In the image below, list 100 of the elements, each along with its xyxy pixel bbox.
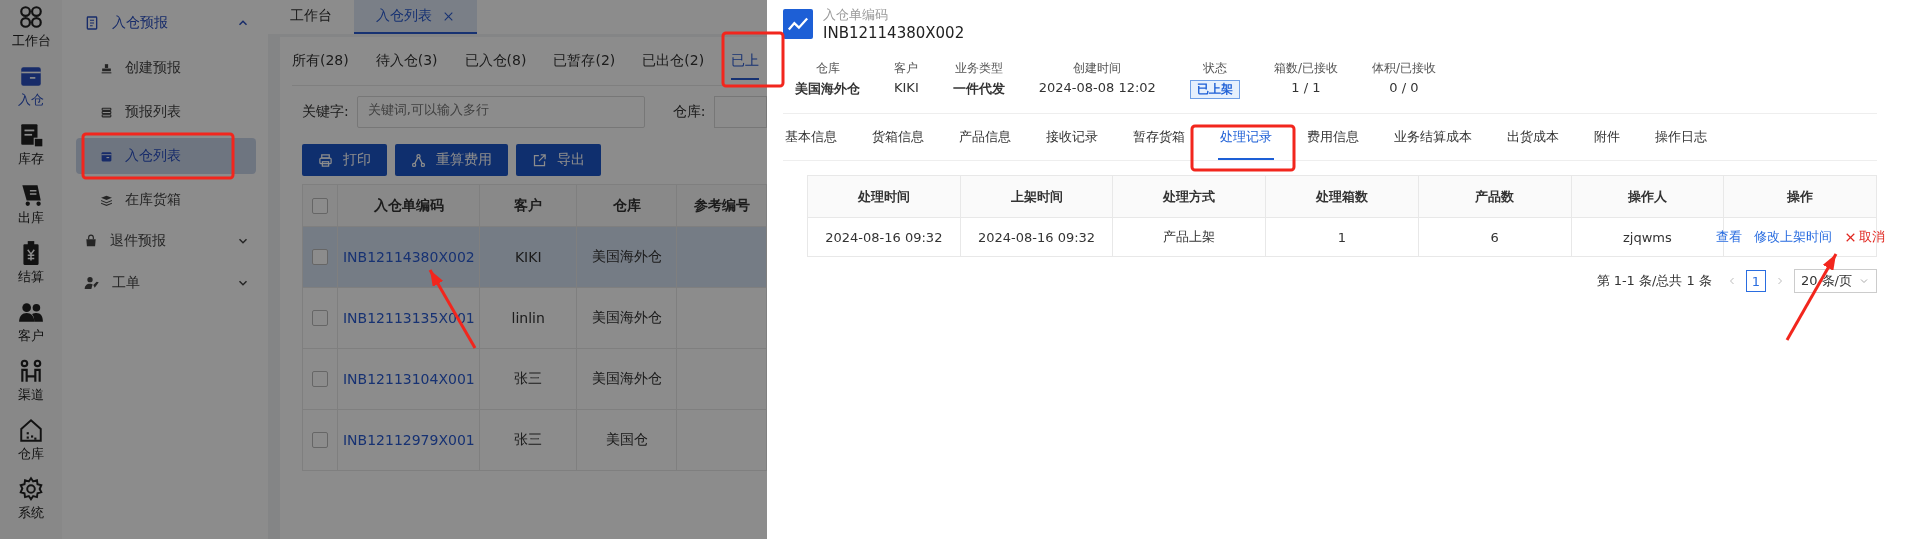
page-number[interactable]: 1 [1745, 270, 1766, 292]
table-cell: 美国仓 [576, 409, 677, 471]
checkbox[interactable] [312, 310, 329, 326]
detail-tab[interactable]: 操作日志 [1653, 116, 1709, 160]
menu-item-label: 创建预报 [125, 59, 181, 77]
menu-item[interactable]: 在库货箱 [76, 182, 236, 218]
user-wrench-icon [84, 275, 100, 291]
rail-item[interactable]: 仓库 [0, 413, 62, 467]
checkbox[interactable] [312, 371, 329, 387]
rail-item[interactable]: 库存 [0, 118, 62, 172]
route-icon [18, 358, 44, 384]
menu-item[interactable]: 入仓列表 [76, 138, 256, 174]
field-label: 箱数/已接收 [1273, 60, 1338, 77]
order-label: 入仓单编码 [823, 6, 889, 24]
field-value: KIKI [894, 80, 919, 95]
rail-item[interactable]: 渠道 [0, 354, 62, 408]
table-cell: 美国海外仓 [576, 226, 677, 288]
action-button[interactable]: 重算费用 [395, 144, 508, 176]
status-tab[interactable]: 已暂存(2) [553, 44, 616, 80]
column-header: 产品数 [1418, 175, 1571, 218]
column-header: 操作人 [1571, 175, 1724, 218]
page-size-select[interactable]: 20 条/页 [1793, 269, 1877, 293]
field-label: 仓库 [815, 60, 840, 77]
stamp-icon [100, 61, 113, 75]
tab-label: 入仓列表 [376, 7, 432, 25]
menu-label: 退件预报 [110, 232, 167, 250]
table-cell: KIKI [479, 226, 577, 288]
settings-icon [18, 476, 44, 502]
bag-icon [84, 234, 98, 248]
detail-tab[interactable]: 基本信息 [783, 116, 839, 160]
keyword-field[interactable]: 关键词,可以输入多行 [356, 96, 645, 128]
printer-icon [318, 152, 333, 168]
rail-item[interactable]: 入仓 [0, 59, 62, 113]
table-cell: 美国海外仓 [576, 348, 677, 410]
rail-item[interactable]: 工作台 [0, 0, 62, 54]
detail-tab[interactable]: 货箱信息 [870, 116, 926, 160]
table-cell: 美国海外仓 [576, 287, 677, 349]
field-value: 1 / 1 [1291, 80, 1321, 95]
action-button[interactable]: 导出 [516, 144, 601, 176]
list-icon [100, 105, 113, 119]
menu-group[interactable]: 工单 [62, 268, 268, 298]
menu-item[interactable]: 创建预报 [76, 50, 236, 86]
detail-tab[interactable]: 出货成本 [1505, 116, 1561, 160]
status-tag: 已上架 [1189, 80, 1240, 99]
order-link[interactable]: INB12112979X001 [337, 409, 480, 471]
table-cell: 6 [1418, 217, 1571, 257]
field-label: 体积/已接收 [1371, 60, 1436, 77]
warehouse-field[interactable] [713, 96, 767, 128]
status-tab[interactable]: 已出仓(2) [642, 44, 705, 80]
annotation-box [721, 31, 785, 88]
layers-icon [100, 193, 113, 207]
menu-item-label: 入仓列表 [125, 147, 181, 165]
cancel-link[interactable]: 取消 [1843, 228, 1885, 246]
page-summary: 第 1-1 条/总共 1 条 [1596, 272, 1712, 290]
table-cell: 张三 [479, 348, 577, 410]
detail-tab[interactable]: 处理记录 [1218, 116, 1274, 160]
column-header: 处理箱数 [1265, 175, 1419, 218]
detail-tab[interactable]: 产品信息 [957, 116, 1013, 160]
detail-tab[interactable]: 业务结算成本 [1392, 116, 1474, 160]
status-tab[interactable]: 已上 [731, 44, 760, 80]
checkbox[interactable] [312, 432, 329, 448]
export-icon [532, 152, 547, 168]
rail-item[interactable]: 出库 [0, 177, 62, 231]
order-link[interactable]: INB12114380X002 [337, 226, 480, 288]
menu-label: 入仓预报 [112, 14, 169, 32]
checkbox[interactable] [312, 197, 329, 214]
column-header: 处理方式 [1112, 175, 1266, 218]
detail-tab[interactable]: 暂存货箱 [1131, 116, 1187, 160]
column-header: 处理时间 [807, 175, 961, 218]
column-header: 参考编号 [676, 184, 767, 227]
action-button[interactable]: 打印 [302, 144, 387, 176]
status-tab[interactable]: 待入仓(3) [375, 44, 438, 80]
table-cell: 张三 [479, 409, 577, 471]
detail-tab[interactable]: 接收记录 [1044, 116, 1100, 160]
filter-label: 仓库: [672, 103, 706, 121]
page-tab[interactable]: 工作台 [268, 0, 354, 34]
nodes-icon [411, 152, 426, 168]
rail-item[interactable]: 结算 [0, 236, 62, 290]
status-tab[interactable]: 已入仓(8) [464, 44, 527, 80]
field-label: 业务类型 [954, 60, 1003, 77]
column-header: 操作 [1723, 175, 1877, 218]
column-header: 入仓单编码 [337, 184, 480, 227]
field-label: 客户 [894, 60, 919, 77]
document-icon [18, 122, 44, 148]
rail-item[interactable]: 客户 [0, 295, 62, 349]
menu-item[interactable]: 预报列表 [76, 94, 236, 130]
rail-item[interactable]: 系统 [0, 472, 62, 526]
house-icon [18, 417, 44, 443]
status-tab[interactable]: 所有(28) [292, 44, 349, 80]
menu-group[interactable]: 入仓预报 [62, 8, 268, 38]
order-link[interactable]: INB12113104X001 [337, 348, 480, 410]
detail-tab[interactable]: 费用信息 [1305, 116, 1361, 160]
field-label: 创建时间 [1073, 60, 1122, 77]
checkbox[interactable] [312, 249, 329, 265]
menu-group[interactable]: 退件预报 [62, 226, 268, 256]
table-cell: 产品上架 [1112, 217, 1266, 257]
action-link[interactable]: 查看 [1715, 228, 1742, 246]
detail-tab[interactable]: 附件 [1592, 116, 1622, 160]
page-tab[interactable]: 入仓列表 [354, 0, 477, 34]
action-link[interactable]: 修改上架时间 [1753, 228, 1832, 246]
